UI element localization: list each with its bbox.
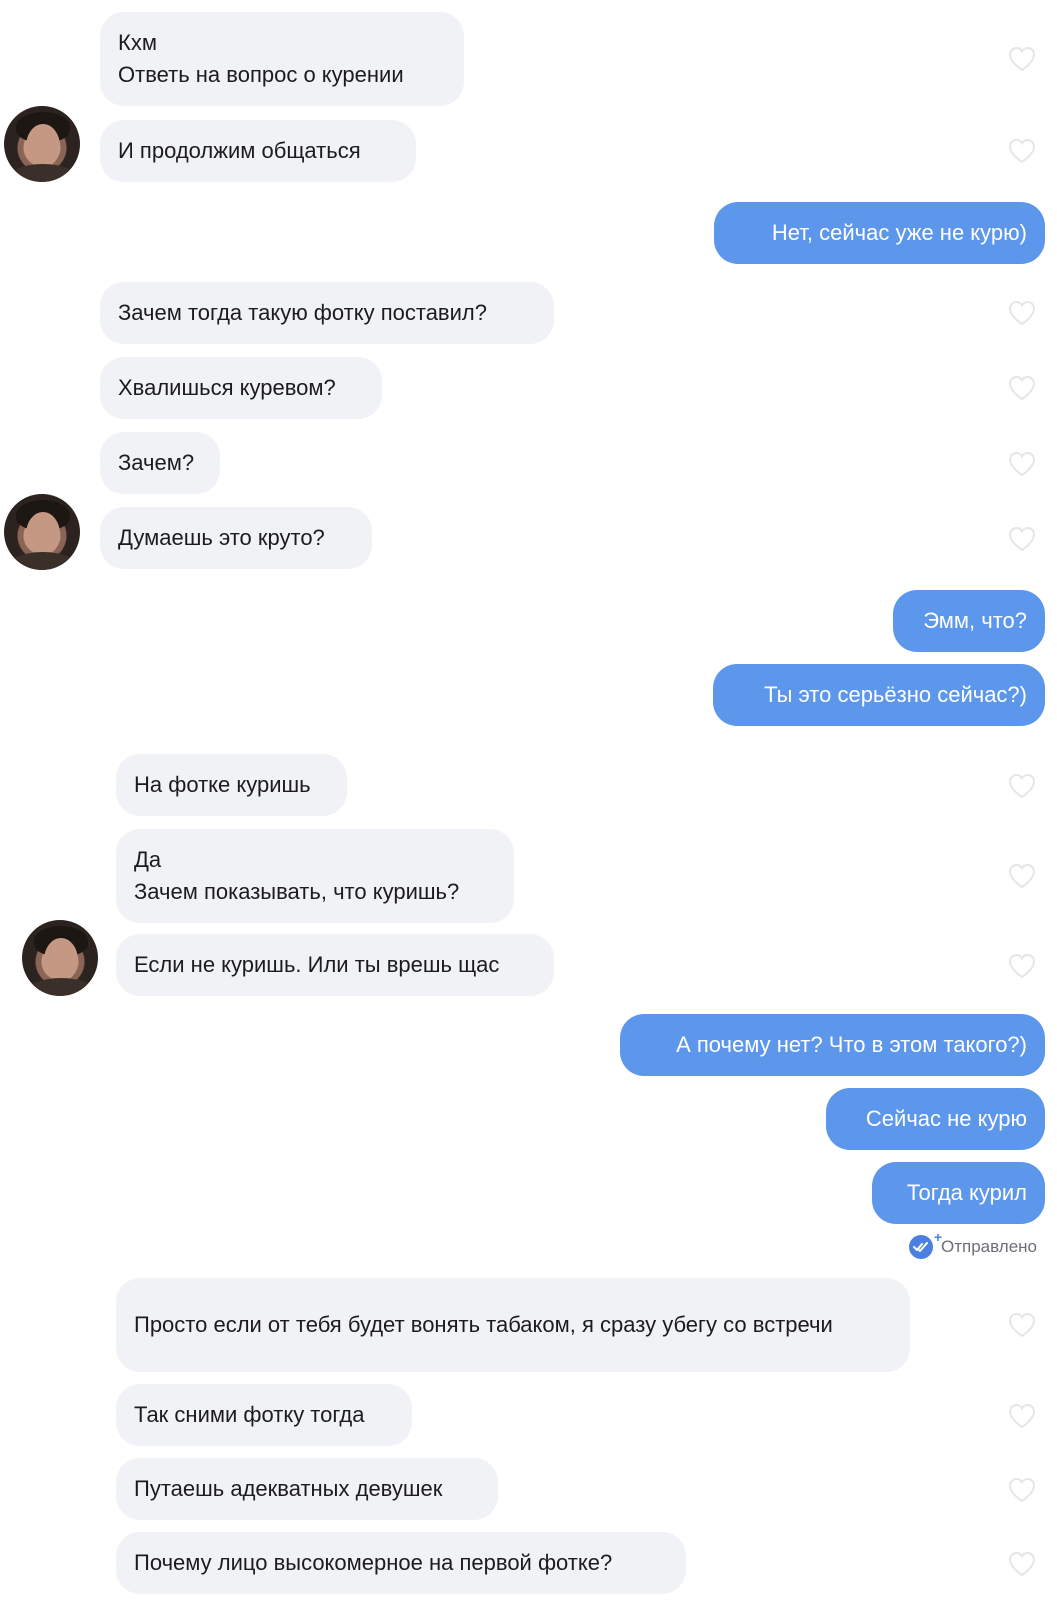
message-bubble-incoming[interactable]: Если не куришь. Или ты врешь щас <box>116 934 554 996</box>
message-bubble-incoming[interactable]: Так сними фотку тогда <box>116 1384 412 1446</box>
message-bubble-outgoing[interactable]: Ты это серьёзно сейчас?) <box>713 664 1045 726</box>
heart-icon[interactable] <box>1008 1312 1036 1338</box>
message-bubble-incoming[interactable]: Думаешь это круто? <box>100 507 372 569</box>
message-bubble-incoming[interactable]: На фотке куришь <box>116 754 347 816</box>
heart-icon[interactable] <box>1008 451 1036 477</box>
heart-icon[interactable] <box>1008 1403 1036 1429</box>
message-bubble-incoming[interactable]: Зачем? <box>100 432 220 494</box>
double-check-icon: + <box>909 1229 942 1259</box>
message-bubble-incoming[interactable]: Почему лицо высокомерное на первой фотке… <box>116 1532 686 1594</box>
avatar[interactable] <box>4 106 80 182</box>
heart-icon[interactable] <box>1008 773 1036 799</box>
message-bubble-incoming[interactable]: Хвалишься куревом? <box>100 357 382 419</box>
heart-icon[interactable] <box>1008 46 1036 72</box>
message-bubble-incoming[interactable]: Путаешь адекватных девушек <box>116 1458 498 1520</box>
message-bubble-incoming[interactable]: Да Зачем показывать, что куришь? <box>116 829 514 923</box>
heart-icon[interactable] <box>1008 138 1036 164</box>
status-text: Отправлено <box>941 1237 1037 1256</box>
message-bubble-incoming[interactable]: Зачем тогда такую фотку поставил? <box>100 282 554 344</box>
message-bubble-outgoing[interactable]: Нет, сейчас уже не курю) <box>714 202 1045 264</box>
message-status: + Отправлено <box>909 1229 1037 1259</box>
message-bubble-outgoing[interactable]: А почему нет? Что в этом такого?) <box>620 1014 1045 1076</box>
heart-icon[interactable] <box>1008 1477 1036 1503</box>
message-bubble-incoming[interactable]: И продолжим общаться <box>100 120 416 182</box>
heart-icon[interactable] <box>1008 375 1036 401</box>
message-bubble-outgoing[interactable]: Тогда курил <box>872 1162 1045 1224</box>
heart-icon[interactable] <box>1008 526 1036 552</box>
message-bubble-incoming[interactable]: Кхм Ответь на вопрос о курении <box>100 12 464 106</box>
heart-icon[interactable] <box>1008 1551 1036 1577</box>
avatar[interactable] <box>22 920 98 996</box>
heart-icon[interactable] <box>1008 300 1036 326</box>
heart-icon[interactable] <box>1008 863 1036 889</box>
avatar[interactable] <box>4 494 80 570</box>
message-bubble-outgoing[interactable]: Эмм, что? <box>893 590 1045 652</box>
heart-icon[interactable] <box>1008 953 1036 979</box>
message-bubble-outgoing[interactable]: Сейчас не курю <box>826 1088 1045 1150</box>
message-bubble-incoming[interactable]: Просто если от тебя будет вонять табаком… <box>116 1278 910 1372</box>
